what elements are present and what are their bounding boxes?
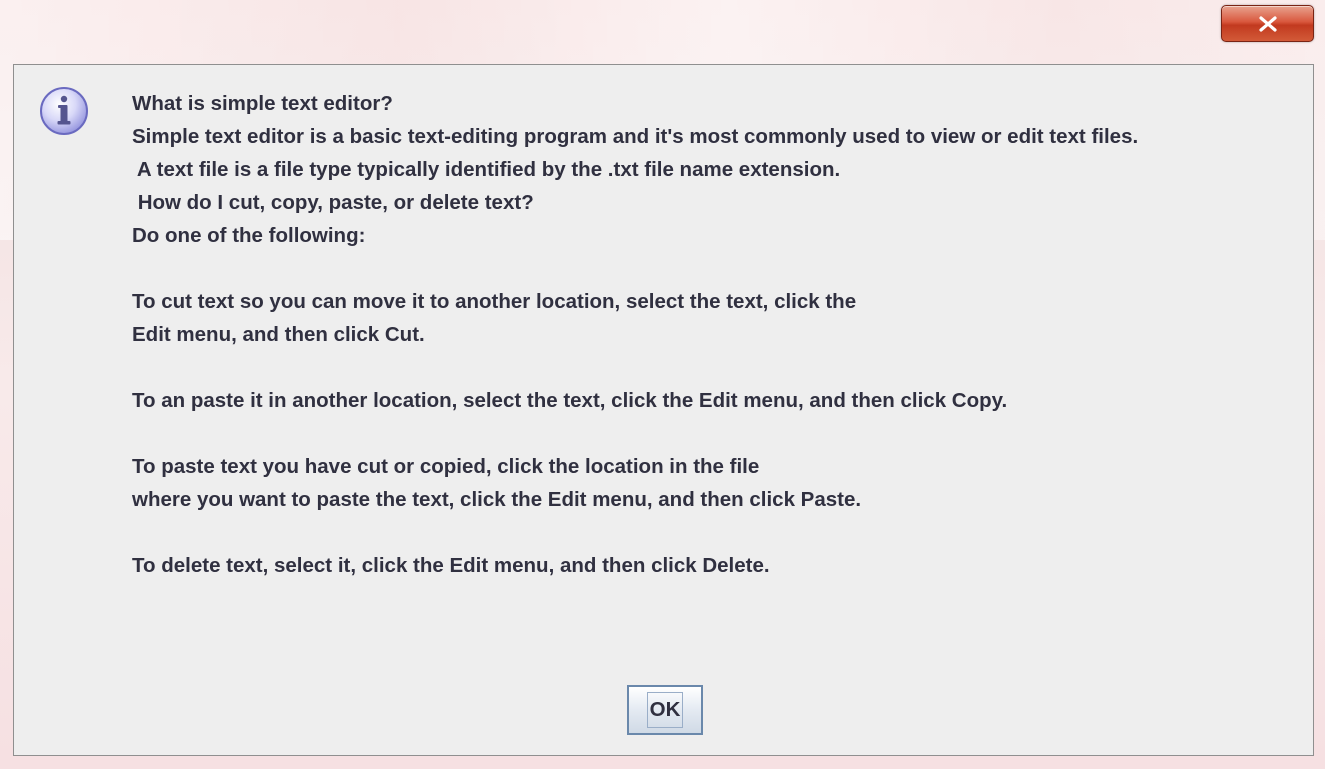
close-button[interactable] [1221,5,1314,42]
message-line: To cut text so you can move it to anothe… [132,290,857,313]
message-line [132,252,1138,285]
ok-button-label: OK [646,692,684,728]
message-line: To delete text, select it, click the Edi… [132,554,770,577]
ok-button[interactable]: OK [627,685,703,735]
message-line: How do I cut, copy, paste, or delete tex… [132,191,534,214]
message-line: Edit menu, and then click Cut. [132,323,425,346]
message-line [132,351,1138,384]
close-icon [1258,15,1277,32]
message-line: To an paste it in another location, sele… [132,389,1008,412]
info-icon [40,87,88,135]
message-line: Simple text editor is a basic text-editi… [132,125,1139,148]
message-line: Do one of the following: [132,224,366,247]
message-line [132,516,1138,549]
message-line: What is simple text editor? [132,92,393,115]
message-text: What is simple text editor? Simple text e… [132,87,1138,582]
message-line [132,417,1138,450]
message-line: To paste text you have cut or copied, cl… [132,455,760,478]
dialog-window: What is simple text editor? Simple text e… [0,0,1325,769]
message-line: A text file is a file type typically ide… [132,158,841,181]
message-line: where you want to paste the text, click … [132,488,862,511]
